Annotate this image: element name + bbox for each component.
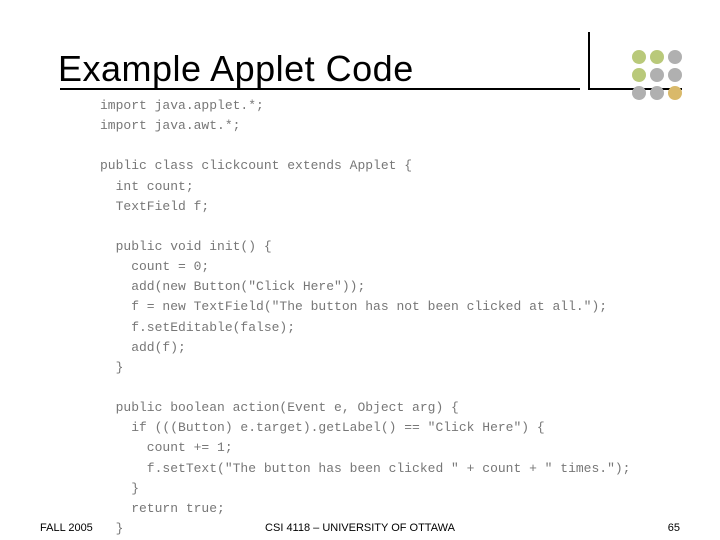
footer-term: FALL 2005 xyxy=(40,522,93,534)
slide-title: Example Applet Code xyxy=(58,48,414,90)
code-block: import java.applet.*; import java.awt.*;… xyxy=(100,96,631,540)
footer-page: 65 xyxy=(668,522,680,534)
dot-icon xyxy=(668,50,682,64)
corner-line-vertical xyxy=(588,32,590,88)
dot-icon xyxy=(650,68,664,82)
dot-icon xyxy=(668,86,682,100)
footer-course: CSI 4118 – UNIVERSITY OF OTTAWA xyxy=(265,522,455,534)
dot-icon xyxy=(632,86,646,100)
dot-icon xyxy=(650,86,664,100)
dot-icon xyxy=(632,50,646,64)
dot-icon xyxy=(668,68,682,82)
title-underline xyxy=(60,88,580,90)
decorative-dots xyxy=(632,50,682,100)
dot-icon xyxy=(650,50,664,64)
dot-icon xyxy=(632,68,646,82)
